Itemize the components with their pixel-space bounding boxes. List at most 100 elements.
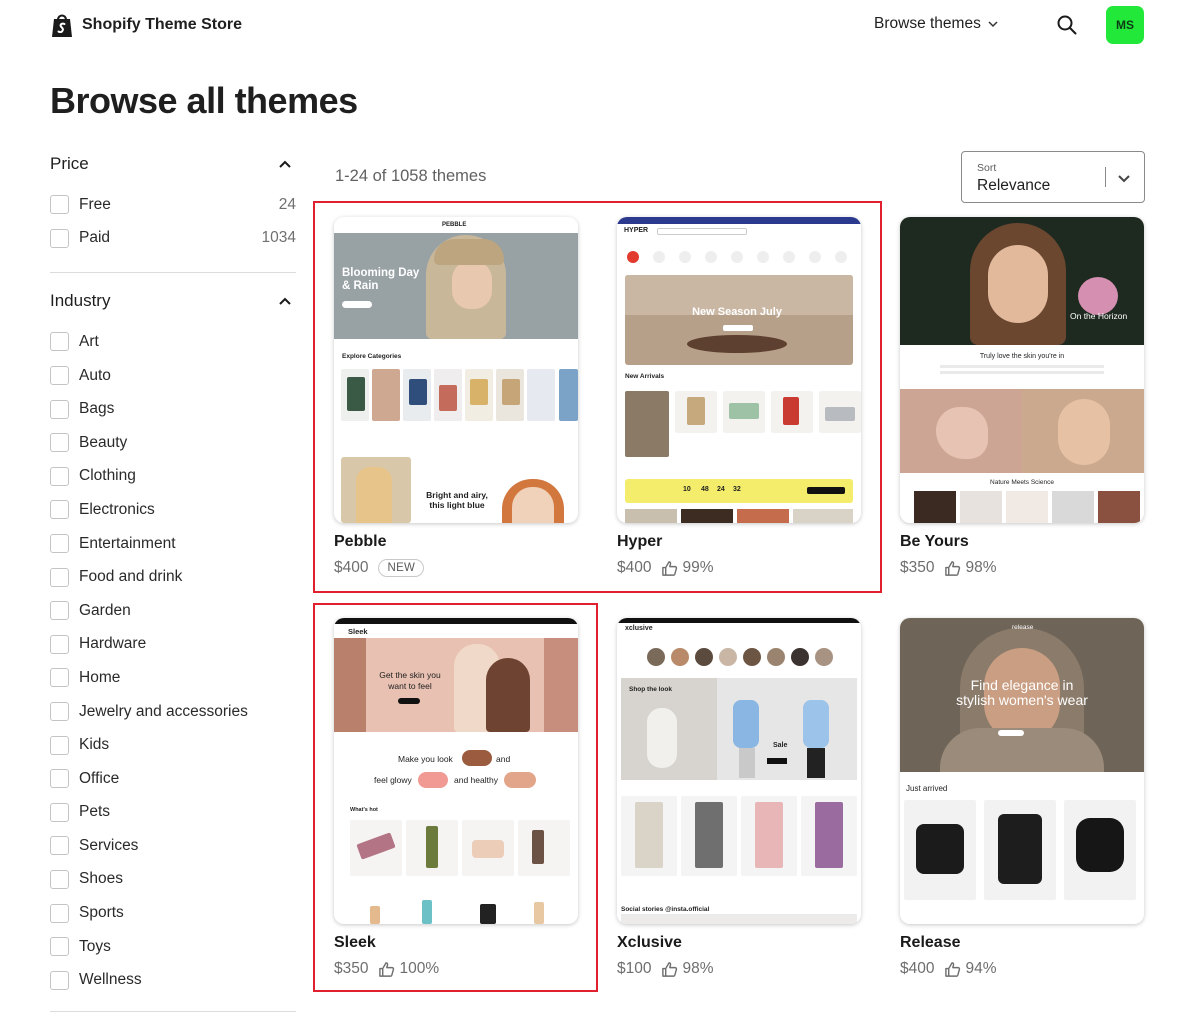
filter-option-pets[interactable]: Pets <box>50 796 296 830</box>
filter-option-entertainment[interactable]: Entertainment <box>50 527 296 561</box>
filter-label: Paid <box>79 229 111 247</box>
thumb-brand: HYPER <box>624 227 649 234</box>
checkbox[interactable] <box>50 567 69 587</box>
theme-card-be-yours[interactable]: On the Horizon Truly love the skin you'r… <box>900 217 1144 577</box>
filter-count: 24 <box>278 195 296 213</box>
checkbox[interactable] <box>50 702 69 722</box>
rating-value: 98% <box>965 559 997 576</box>
theme-card-sleek[interactable]: Sleek Get the skin you want to feel Make… <box>334 618 578 978</box>
filter-option-art[interactable]: Art <box>50 325 296 359</box>
filter-label: Toys <box>79 937 111 955</box>
theme-card-release[interactable]: release Find elegance in stylish women's… <box>900 618 1144 978</box>
filter-option-sports[interactable]: Sports <box>50 896 296 930</box>
filter-label: Shoes <box>79 870 123 888</box>
checkbox[interactable] <box>50 500 69 520</box>
checkbox[interactable] <box>50 769 69 789</box>
checkbox[interactable] <box>50 433 69 453</box>
thumb-hero-title: Blooming Day & Rain <box>342 267 420 293</box>
checkbox[interactable] <box>50 399 69 419</box>
checkbox[interactable] <box>50 735 69 755</box>
checkbox[interactable] <box>50 668 69 688</box>
thumb-brand: Sleek <box>348 627 368 636</box>
checkbox[interactable] <box>50 366 69 386</box>
thumb-sale: Sale <box>773 742 788 749</box>
filter-option-office[interactable]: Office <box>50 762 296 796</box>
filter-label: Kids <box>79 736 110 754</box>
checkbox[interactable] <box>50 903 69 923</box>
filter-option-services[interactable]: Services <box>50 829 296 863</box>
theme-name[interactable]: Xclusive <box>617 934 861 952</box>
thumb-hero-title: Get the skin you want to feel <box>379 670 441 691</box>
theme-name[interactable]: Sleek <box>334 934 578 952</box>
filter-label: Clothing <box>79 467 136 485</box>
filter-option-wellness[interactable]: Wellness <box>50 963 296 997</box>
industry-options: Art Auto Bags Beauty Clothing Electronics Ente… <box>50 325 296 997</box>
result-count: 1-24 of 1058 themes <box>335 167 487 185</box>
chevron-down-icon <box>1118 175 1130 183</box>
thumb-line1b: and <box>496 754 511 764</box>
filter-option-toys[interactable]: Toys <box>50 930 296 964</box>
filter-option-clothing[interactable]: Clothing <box>50 460 296 494</box>
filter-label: Jewelry and accessories <box>79 702 248 720</box>
thumb-hero-title: Find elegance in stylish women's wear <box>956 677 1088 708</box>
filter-option-shoes[interactable]: Shoes <box>50 863 296 897</box>
checkbox[interactable] <box>50 228 69 248</box>
theme-name[interactable]: Hyper <box>617 533 861 551</box>
filter-label: Art <box>79 332 99 350</box>
checkbox[interactable] <box>50 970 69 990</box>
checkbox[interactable] <box>50 802 69 822</box>
shopify-logo[interactable]: Shopify Theme Store <box>50 12 242 38</box>
theme-price: $350 <box>334 960 369 977</box>
new-badge: NEW <box>378 559 425 577</box>
thumb-brand: PEBBLE <box>442 222 467 228</box>
filter-label: Auto <box>79 366 111 384</box>
search-icon[interactable] <box>1056 14 1078 36</box>
thumb-tab: What's hot <box>350 807 378 813</box>
checkbox[interactable] <box>50 634 69 654</box>
checkbox[interactable] <box>50 836 69 856</box>
theme-name[interactable]: Be Yours <box>900 533 1144 551</box>
theme-thumbnail[interactable]: xclusive Shop the look Sale Social stori… <box>617 618 861 924</box>
checkbox[interactable] <box>50 332 69 352</box>
rating-value: 100% <box>399 960 440 977</box>
theme-thumbnail[interactable]: release Find elegance in stylish women's… <box>900 618 1144 924</box>
industry-filter-toggle[interactable]: Industry <box>50 287 296 315</box>
sort-select[interactable]: Sort Relevance <box>961 151 1145 203</box>
filter-option-auto[interactable]: Auto <box>50 359 296 393</box>
filter-option-food-and-drink[interactable]: Food and drink <box>50 560 296 594</box>
checkbox[interactable] <box>50 466 69 486</box>
checkbox[interactable] <box>50 534 69 554</box>
checkbox[interactable] <box>50 869 69 889</box>
filter-option-bags[interactable]: Bags <box>50 392 296 426</box>
theme-card-pebble[interactable]: PEBBLE Blooming Day & Rain Explore Categ… <box>334 217 578 577</box>
countdown-days: 10 <box>683 486 691 493</box>
filter-option-free[interactable]: Free 24 <box>50 188 296 222</box>
filter-option-home[interactable]: Home <box>50 661 296 695</box>
filter-label: Free <box>79 195 111 213</box>
avatar[interactable]: MS <box>1106 6 1144 44</box>
thumb-promo: Bright and airy, this light blue <box>426 490 488 511</box>
filter-option-kids[interactable]: Kids <box>50 728 296 762</box>
theme-card-hyper[interactable]: HYPER New Season July New Arrivals 10 48… <box>617 217 861 577</box>
filter-option-jewelry-and-accessories[interactable]: Jewelry and accessories <box>50 695 296 729</box>
theme-thumbnail[interactable]: HYPER New Season July New Arrivals 10 48… <box>617 217 861 523</box>
filter-option-beauty[interactable]: Beauty <box>50 426 296 460</box>
checkbox[interactable] <box>50 937 69 957</box>
checkbox[interactable] <box>50 195 69 215</box>
thumb-line2: feel glowy <box>374 775 412 785</box>
filter-label: Home <box>79 668 121 686</box>
theme-name[interactable]: Pebble <box>334 533 578 551</box>
filter-option-paid[interactable]: Paid 1034 <box>50 222 296 256</box>
browse-themes-menu[interactable]: Browse themes <box>874 15 999 33</box>
filter-option-electronics[interactable]: Electronics <box>50 493 296 527</box>
theme-card-xclusive[interactable]: xclusive Shop the look Sale Social stori… <box>617 618 861 978</box>
price-filter-toggle[interactable]: Price <box>50 150 296 178</box>
theme-name[interactable]: Release <box>900 934 1144 952</box>
filter-option-garden[interactable]: Garden <box>50 594 296 628</box>
filter-option-hardware[interactable]: Hardware <box>50 628 296 662</box>
theme-thumbnail[interactable]: On the Horizon Truly love the skin you'r… <box>900 217 1144 523</box>
theme-thumbnail[interactable]: PEBBLE Blooming Day & Rain Explore Categ… <box>334 217 578 523</box>
filter-label: Electronics <box>79 500 155 518</box>
checkbox[interactable] <box>50 601 69 621</box>
theme-thumbnail[interactable]: Sleek Get the skin you want to feel Make… <box>334 618 578 924</box>
